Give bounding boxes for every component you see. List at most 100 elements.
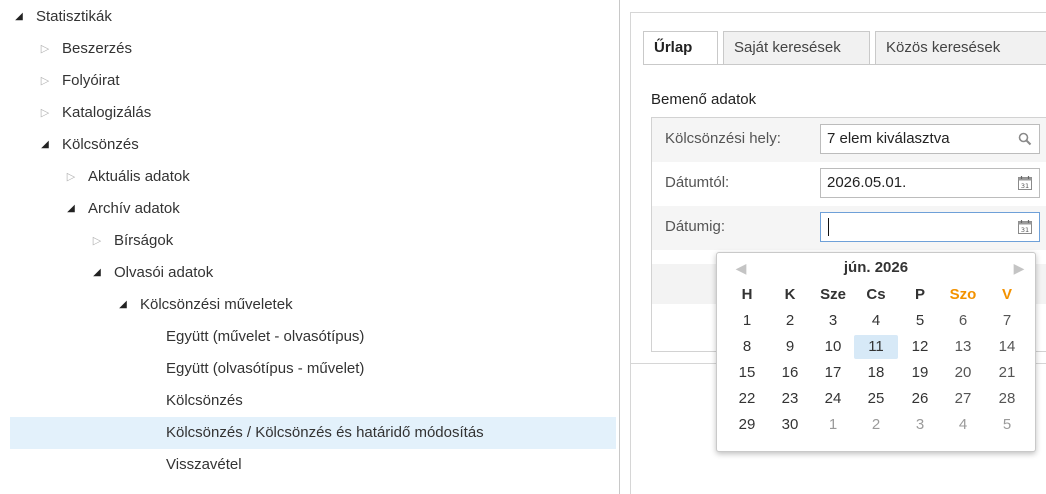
tree-item-label: Katalogizálás — [62, 104, 152, 121]
calendar-day[interactable]: 27 — [941, 387, 985, 411]
calendar-day[interactable]: 20 — [941, 361, 985, 385]
tree-item-label: Kölcsönzés — [166, 392, 243, 409]
tree-item[interactable]: ▷ Beszerzés — [10, 33, 616, 65]
calendar-day[interactable]: 2 — [768, 309, 812, 333]
calendar-day[interactable]: 19 — [898, 361, 942, 385]
tree-item-label: Együtt (olvasótípus - művelet) — [166, 360, 365, 377]
expand-triangle-icon[interactable]: ▷ — [90, 225, 104, 257]
calendar-day[interactable]: 3 — [898, 413, 942, 437]
calendar-day[interactable]: 16 — [768, 361, 812, 385]
calendar-day[interactable]: 5 — [898, 309, 942, 333]
calendar-day[interactable]: 18 — [854, 361, 898, 385]
date-from-input[interactable]: 2026.05.01. 31 — [820, 168, 1040, 198]
tab-divider — [643, 64, 1046, 65]
tree-item[interactable]: Visszavétel — [10, 449, 616, 481]
calendar-day[interactable]: 5 — [985, 413, 1029, 437]
tree-item-label: Archív adatok — [88, 200, 180, 217]
weekday-header: K — [784, 286, 796, 303]
calendar-icon[interactable]: 31 — [1017, 175, 1033, 191]
statistics-tree: ◢ Statisztikák ▷ Beszerzés ▷ Folyóirat ▷ Katalo… — [0, 0, 620, 494]
calendar-day[interactable]: 8 — [725, 335, 769, 359]
collapse-triangle-icon[interactable]: ◢ — [12, 1, 26, 33]
calendar-day[interactable]: 2 — [854, 413, 898, 437]
datepicker-month-title: jún. 2026 — [843, 259, 909, 276]
date-from-label: Dátumtól: — [665, 174, 730, 191]
tree-item[interactable]: ◢ Kölcsönzési műveletek — [10, 289, 616, 321]
search-icon[interactable] — [1017, 131, 1033, 147]
field-row-date-to: Dátumig: 31 — [652, 206, 1046, 250]
triangle-right-icon[interactable]: ▶ — [1013, 259, 1025, 277]
tree-item-label: Kölcsönzési műveletek — [140, 296, 293, 313]
date-to-input[interactable]: 31 — [820, 212, 1040, 242]
tab-sajat-keresesek[interactable]: Saját keresések — [723, 31, 870, 65]
tab-urlap[interactable]: Űrlap — [643, 31, 718, 65]
tree-item[interactable]: ◢ Statisztikák — [10, 1, 616, 33]
calendar-day[interactable]: 14 — [985, 335, 1029, 359]
weekday-header: V — [1001, 286, 1012, 303]
location-value: 7 elem kiválasztva — [827, 130, 950, 147]
calendar-day[interactable]: 26 — [898, 387, 942, 411]
tree-item[interactable]: Együtt (művelet - olvasótípus) — [10, 321, 616, 353]
tree-item-label: Bírságok — [114, 232, 174, 249]
calendar-day[interactable]: 21 — [985, 361, 1029, 385]
calendar-day[interactable]: 28 — [985, 387, 1029, 411]
weekday-header: Sze — [820, 286, 846, 303]
tree-item[interactable]: ◢ Kölcsönzés — [10, 129, 616, 161]
tree-item[interactable]: Kölcsönzés / Kölcsönzés és határidő módo… — [10, 417, 616, 449]
calendar-day[interactable]: 10 — [811, 335, 855, 359]
tab-kozos-keresesek[interactable]: Közös keresések — [875, 31, 1046, 65]
tree-item[interactable]: ▷ Bírságok — [10, 225, 616, 257]
date-from-value: 2026.05.01. — [827, 174, 907, 191]
calendar-day[interactable]: 22 — [725, 387, 769, 411]
calendar-day[interactable]: 4 — [854, 309, 898, 333]
calendar-day[interactable]: 9 — [768, 335, 812, 359]
calendar-day[interactable]: 4 — [941, 413, 985, 437]
calendar-day[interactable]: 7 — [985, 309, 1029, 333]
calendar-day[interactable]: 24 — [811, 387, 855, 411]
calendar-day[interactable]: 12 — [898, 335, 942, 359]
calendar-day[interactable]: 3 — [811, 309, 855, 333]
tree-item-label: Együtt (művelet - olvasótípus) — [166, 328, 365, 345]
calendar-day[interactable]: 6 — [941, 309, 985, 333]
collapse-triangle-icon[interactable]: ◢ — [116, 289, 130, 321]
tree-item[interactable]: ▷ Aktuális adatok — [10, 161, 616, 193]
calendar-day[interactable]: 11 — [854, 335, 898, 359]
tree-item-label: Statisztikák — [36, 8, 112, 25]
tree-item-label: Beszerzés — [62, 40, 133, 57]
tree-item-label: Kölcsönzés — [62, 136, 139, 153]
calendar-day[interactable]: 13 — [941, 335, 985, 359]
tree-item-label: Aktuális adatok — [88, 168, 190, 185]
calendar-day[interactable]: 29 — [725, 413, 769, 437]
calendar-day[interactable]: 1 — [725, 309, 769, 333]
calendar-day[interactable]: 23 — [768, 387, 812, 411]
tree-item[interactable]: ▷ Folyóirat — [10, 65, 616, 97]
expand-triangle-icon[interactable]: ▷ — [38, 33, 52, 65]
calendar-day[interactable]: 17 — [811, 361, 855, 385]
calendar-day[interactable]: 25 — [854, 387, 898, 411]
tree-item-label: Visszavétel — [166, 456, 242, 473]
calendar-icon[interactable]: 31 — [1017, 219, 1033, 235]
weekday-header: H — [741, 286, 753, 303]
expand-triangle-icon[interactable]: ▷ — [38, 97, 52, 129]
collapse-triangle-icon[interactable]: ◢ — [90, 257, 104, 289]
tree-item-label: Olvasói adatok — [114, 264, 214, 281]
datepicker-popup: ◀ jún. 2026 ▶ H K Sze Cs P Szo V 1 2 3 4 5 6 7 8 9 10 11 1… — [716, 252, 1036, 452]
calendar-day[interactable]: 1 — [811, 413, 855, 437]
weekday-header: P — [914, 286, 925, 303]
collapse-triangle-icon[interactable]: ◢ — [38, 129, 52, 161]
tree-item-label: Folyóirat — [62, 72, 120, 89]
tree-item-label: Kölcsönzés / Kölcsönzés és határidő módo… — [166, 424, 484, 441]
calendar-day[interactable]: 15 — [725, 361, 769, 385]
tree-item[interactable]: ◢ Olvasói adatok — [10, 257, 616, 289]
collapse-triangle-icon[interactable]: ◢ — [64, 193, 78, 225]
expand-triangle-icon[interactable]: ▷ — [64, 161, 78, 193]
svg-text:31: 31 — [1021, 182, 1029, 190]
tree-item[interactable]: Együtt (olvasótípus - művelet) — [10, 353, 616, 385]
calendar-day[interactable]: 30 — [768, 413, 812, 437]
location-input[interactable]: 7 elem kiválasztva — [820, 124, 1040, 154]
field-row-date-from: Dátumtól: 2026.05.01. 31 — [652, 162, 1046, 206]
tree-item[interactable]: ▷ Katalogizálás — [10, 97, 616, 129]
tree-item[interactable]: Kölcsönzés — [10, 385, 616, 417]
tree-item[interactable]: ◢ Archív adatok — [10, 193, 616, 225]
expand-triangle-icon[interactable]: ▷ — [38, 65, 52, 97]
